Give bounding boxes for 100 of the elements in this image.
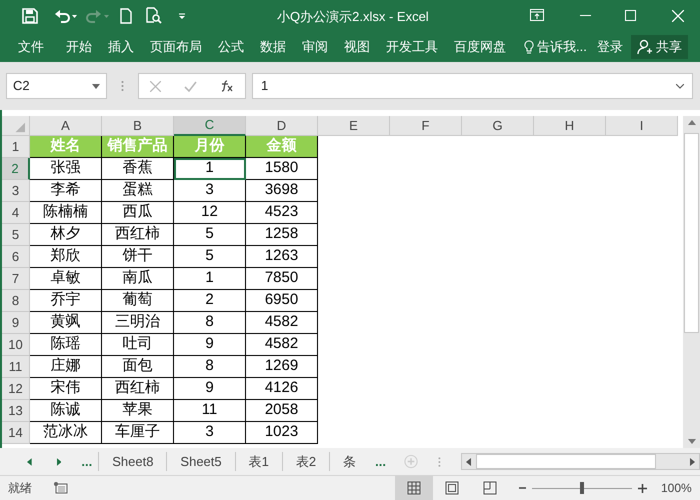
table-cell: 5 — [174, 246, 246, 268]
column-header[interactable]: E — [318, 116, 390, 136]
sheet-tab[interactable]: Sheet8 — [98, 452, 166, 472]
column-header[interactable]: H — [534, 116, 606, 136]
table-cell: 西红柿 — [102, 378, 174, 400]
table-cell: 吐司 — [102, 334, 174, 356]
grip-dots-icon — [121, 80, 124, 92]
table-cell: 12 — [174, 202, 246, 224]
expand-caret-icon — [676, 84, 684, 88]
check-icon[interactable] — [184, 80, 197, 92]
share-button[interactable]: 共享 — [630, 34, 688, 58]
scrollbar-thumb[interactable] — [684, 133, 699, 333]
previous-sheet-icon[interactable] — [27, 458, 32, 466]
zoom-in-icon[interactable] — [638, 484, 647, 492]
scroll-left-icon[interactable] — [466, 458, 471, 466]
ribbon-display-icon[interactable] — [530, 9, 544, 21]
ribbon-tab[interactable]: 页面布局 — [150, 36, 202, 56]
row-header[interactable]: 14 — [2, 422, 30, 444]
scroll-up-icon[interactable] — [688, 120, 696, 125]
row-header[interactable]: 5 — [2, 224, 30, 246]
table-cell: 9 — [174, 334, 246, 356]
more-sheets-button[interactable]: ... — [369, 452, 392, 472]
view-button[interactable] — [395, 476, 433, 500]
column-header[interactable]: G — [462, 116, 534, 136]
tell-me-search[interactable]: 告诉我... — [537, 36, 587, 56]
new-document-icon[interactable] — [120, 8, 132, 24]
dropdown-caret-icon — [92, 84, 100, 88]
table-cell: 1 — [174, 268, 246, 290]
sheet-tab[interactable]: 条 — [329, 452, 370, 472]
zoom-percentage[interactable]: 100% — [661, 479, 692, 497]
macro-recording-icon[interactable] — [54, 482, 68, 494]
row-header[interactable]: 6 — [2, 246, 30, 268]
print-preview-icon[interactable] — [146, 7, 162, 24]
ribbon-tab[interactable]: 审阅 — [302, 36, 328, 56]
table-cell: 6950 — [246, 290, 318, 312]
sign-in-link[interactable]: 登录 — [596, 36, 623, 56]
ribbon-tab[interactable]: 百度网盘 — [454, 36, 506, 56]
more-sheets-button[interactable]: ... — [75, 452, 98, 472]
vertical-scrollbar[interactable] — [683, 116, 700, 448]
zoom-slider[interactable] — [532, 482, 632, 494]
row-header[interactable]: 8 — [2, 290, 30, 312]
column-heading-cell: 姓名 — [30, 136, 102, 158]
row-header[interactable]: 13 — [2, 400, 30, 422]
sheet-tab[interactable]: Sheet5 — [166, 452, 235, 472]
row-header[interactable]: 1 — [2, 136, 30, 158]
close-icon[interactable] — [672, 10, 684, 22]
table-cell: 范冰冰 — [30, 422, 102, 444]
save-icon[interactable] — [22, 8, 38, 24]
customize-caret-icon[interactable] — [178, 12, 186, 20]
name-box[interactable]: C2 — [6, 73, 107, 99]
window-title: 小Q办公演示2.xlsx - Excel — [277, 8, 429, 26]
table-cell: 乔宇 — [30, 290, 102, 312]
table-cell: 4582 — [246, 334, 318, 356]
row-header[interactable]: 3 — [2, 180, 30, 202]
ribbon-tab[interactable]: 插入 — [108, 36, 134, 56]
table-cell: 苹果 — [102, 400, 174, 422]
table-cell: 1263 — [246, 246, 318, 268]
table-cell: 三明治 — [102, 312, 174, 334]
row-header[interactable]: 4 — [2, 202, 30, 224]
sheet-tab[interactable]: 表2 — [282, 452, 330, 472]
formula-input[interactable]: 1 — [252, 73, 693, 99]
table-cell: 2 — [174, 290, 246, 312]
table-cell: 3 — [174, 422, 246, 444]
scroll-right-icon[interactable] — [690, 458, 695, 466]
table-cell: 庄娜 — [30, 356, 102, 378]
table-cell: 面包 — [102, 356, 174, 378]
column-header[interactable]: A — [30, 116, 102, 136]
ribbon-tab[interactable]: 文件 — [18, 36, 44, 56]
table-cell: 1023 — [246, 422, 318, 444]
sheet-tab[interactable]: 表1 — [234, 452, 282, 472]
column-header[interactable]: B — [102, 116, 174, 136]
undo-icon[interactable] — [54, 8, 78, 22]
horizontal-scrollbar[interactable] — [460, 453, 700, 470]
next-sheet-icon[interactable] — [56, 458, 62, 466]
table-cell: 4126 — [246, 378, 318, 400]
column-header[interactable]: F — [390, 116, 462, 136]
table-cell: 陈诚 — [30, 400, 102, 422]
scroll-down-icon[interactable] — [688, 439, 696, 444]
scrollbar-thumb[interactable] — [476, 454, 656, 469]
column-header[interactable]: I — [606, 116, 678, 136]
table-cell[interactable]: 1 — [174, 158, 246, 180]
ribbon-tab[interactable]: 视图 — [344, 36, 370, 56]
row-header[interactable]: 2 — [2, 158, 30, 180]
ribbon-tab[interactable]: 开发工具 — [386, 36, 438, 56]
row-header[interactable]: 12 — [2, 378, 30, 400]
row-header[interactable]: 9 — [2, 312, 30, 334]
table-cell: 李希 — [30, 180, 102, 202]
row-header[interactable]: 10 — [2, 334, 30, 356]
table-cell: 11 — [174, 400, 246, 422]
function-icon[interactable] — [220, 80, 234, 92]
column-header[interactable]: C — [174, 116, 246, 136]
ribbon-tab[interactable]: 开始 — [66, 36, 92, 56]
zoom-slider-thumb[interactable] — [580, 482, 584, 494]
maximize-icon[interactable] — [625, 10, 636, 21]
ribbon-tab[interactable]: 公式 — [218, 36, 244, 56]
row-header[interactable]: 11 — [2, 356, 30, 378]
column-header[interactable]: D — [246, 116, 318, 136]
table-cell: 张强 — [30, 158, 102, 180]
row-header[interactable]: 7 — [2, 268, 30, 290]
ribbon-tab[interactable]: 数据 — [260, 36, 286, 56]
